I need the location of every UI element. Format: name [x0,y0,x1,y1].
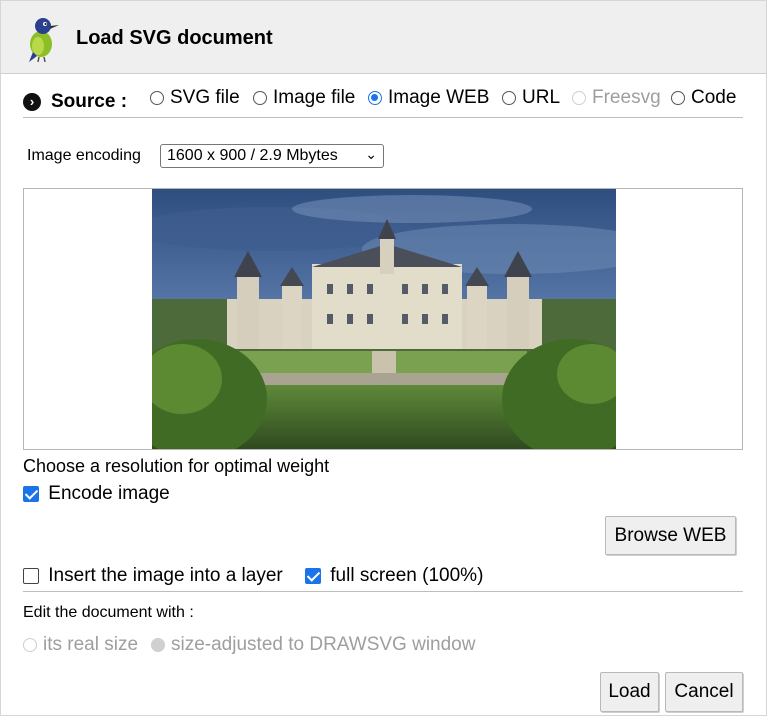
cancel-button[interactable]: Cancel [665,672,743,712]
source-option-image-file[interactable]: Image file [253,87,355,109]
source-label: Source : [51,91,128,112]
full-screen-option[interactable]: full screen (100%) [305,565,483,587]
image-encoding-select[interactable]: 1600 x 900 / 2.9 Mbytes ⌄ [160,144,384,168]
radio-code[interactable] [671,91,685,105]
image-preview-frame [23,188,743,450]
source-row: › Source : SVG file Image file Image WEB… [23,85,743,118]
bird-logo-icon [29,18,59,62]
source-option-code[interactable]: Code [671,87,736,109]
radio-svg-file[interactable] [150,91,164,105]
load-button[interactable]: Load [600,672,659,712]
source-option-svg-file[interactable]: SVG file [150,87,240,109]
radio-freesvg [572,91,586,105]
radio-size-adjusted [151,638,165,652]
load-svg-dialog: Load SVG document › Source : SVG file Im… [0,0,767,716]
radio-real-size [23,638,37,652]
encode-image-option[interactable]: Encode image [23,483,170,505]
insert-layer-option[interactable]: Insert the image into a layer [23,565,283,587]
chevron-right-circle-icon: › [23,93,41,111]
full-screen-checkbox[interactable] [305,567,321,584]
encode-image-checkbox[interactable] [23,485,39,502]
source-option-freesvg: Freesvg [572,87,661,109]
chevron-down-icon: ⌄ [365,146,377,162]
resolution-hint: Choose a resolution for optimal weight [23,456,330,476]
edit-with-label: Edit the document with : [23,604,194,621]
encode-image-label: Encode image [48,483,170,504]
image-encoding-value: 1600 x 900 / 2.9 Mbytes [167,147,338,164]
dialog-title: Load SVG document [76,27,273,49]
edit-option-real-size: its real size [23,634,138,656]
radio-image-file[interactable] [253,91,267,105]
image-encoding-label: Image encoding [27,147,141,164]
insert-layer-checkbox[interactable] [23,567,39,584]
divider [23,591,743,592]
full-screen-label: full screen (100%) [330,565,484,586]
browse-web-button[interactable]: Browse WEB [605,516,736,555]
edit-option-size-adjusted: size-adjusted to DRAWSVG window [151,634,475,656]
radio-image-web[interactable] [368,91,382,105]
chateau-preview-image [152,189,616,449]
source-option-url[interactable]: URL [502,87,560,109]
title-bar: Load SVG document [1,1,766,74]
radio-url[interactable] [502,91,516,105]
source-option-image-web[interactable]: Image WEB [368,87,489,109]
insert-layer-label: Insert the image into a layer [48,565,283,586]
